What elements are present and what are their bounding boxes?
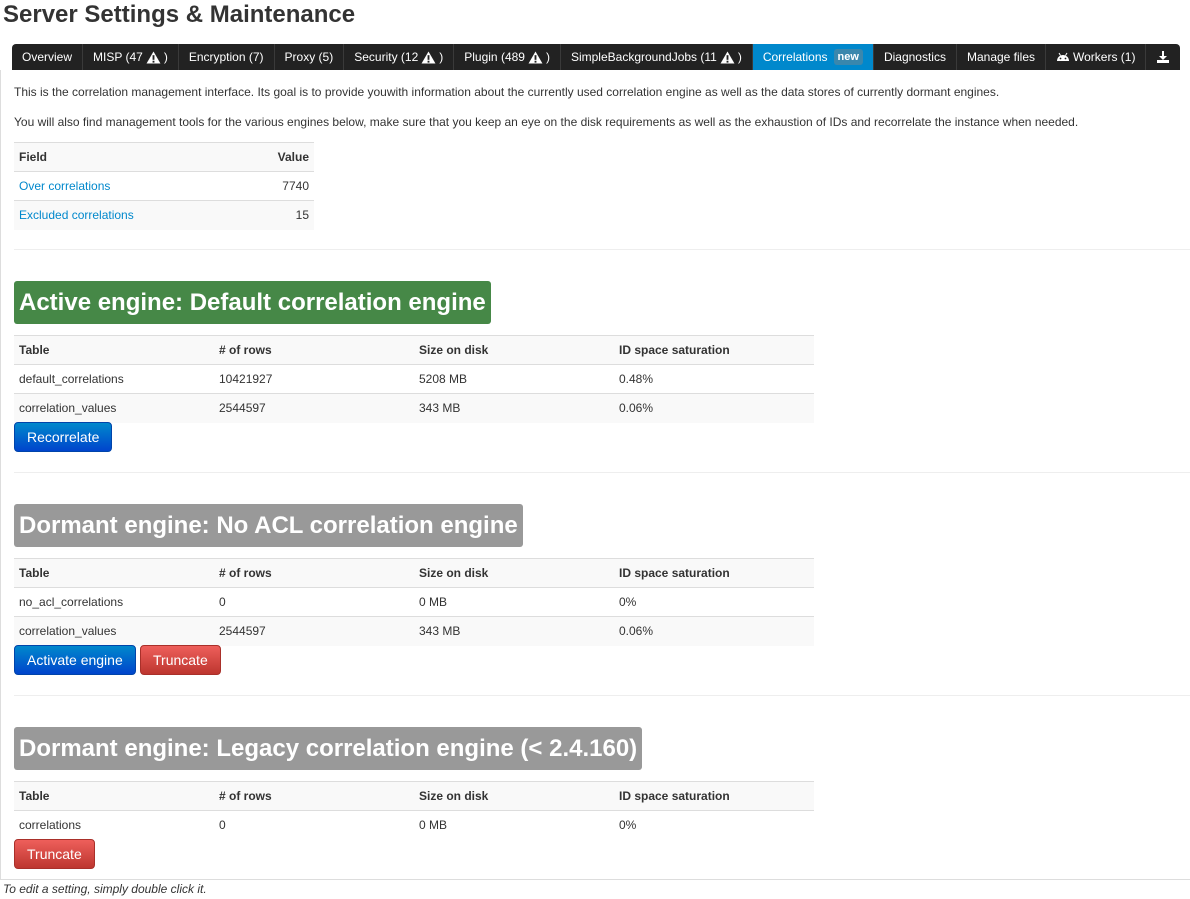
tab-workers[interactable]: Workers (1) bbox=[1046, 44, 1147, 70]
footer-note: To edit a setting, simply double click i… bbox=[3, 882, 207, 896]
active-engine-table: Table # of rows Size on disk ID space sa… bbox=[14, 335, 814, 423]
table-cell: 0 MB bbox=[414, 810, 614, 840]
download-icon bbox=[1157, 51, 1170, 63]
tab-misp[interactable]: MISP (47 ) bbox=[83, 44, 179, 70]
correlations-panel: This is the correlation management inter… bbox=[0, 70, 1190, 880]
android-icon bbox=[1057, 52, 1070, 61]
table-cell: 0% bbox=[614, 810, 814, 840]
summary-table: Field Value Over correlations 7740 Exclu… bbox=[14, 142, 314, 230]
table-row: Over correlations 7740 bbox=[14, 171, 314, 201]
divider bbox=[14, 249, 1190, 250]
column-header: Size on disk bbox=[414, 781, 614, 811]
table-cell: default_correlations bbox=[14, 364, 214, 394]
tab-encryption[interactable]: Encryption (7) bbox=[179, 44, 275, 70]
table-cell: 0.06% bbox=[614, 393, 814, 423]
new-badge: new bbox=[833, 49, 863, 65]
table-cell: 343 MB bbox=[414, 393, 614, 423]
active-engine-title: Active engine: Default correlation engin… bbox=[14, 281, 491, 324]
tab-simple-background-jobs[interactable]: SimpleBackgroundJobs (11 ) bbox=[561, 44, 753, 70]
tab-download[interactable] bbox=[1146, 44, 1180, 70]
column-header: Size on disk bbox=[414, 335, 614, 365]
column-header: Field bbox=[14, 142, 240, 172]
table-cell: 0 bbox=[214, 587, 414, 617]
excluded-correlations-link[interactable]: Excluded correlations bbox=[19, 208, 134, 222]
column-header: ID space saturation bbox=[614, 781, 814, 811]
legacy-engine-table: Table # of rows Size on disk ID space sa… bbox=[14, 781, 814, 840]
dormant-engine-title: Dormant engine: No ACL correlation engin… bbox=[14, 504, 523, 547]
table-cell: correlation_values bbox=[14, 616, 214, 646]
table-cell: 343 MB bbox=[414, 616, 614, 646]
tab-label: Correlations bbox=[762, 50, 828, 64]
column-header: Table bbox=[14, 781, 214, 811]
tab-label: Diagnostics bbox=[883, 50, 946, 64]
table-row: no_acl_correlations 0 0 MB 0% bbox=[14, 587, 814, 617]
tab-plugin[interactable]: Plugin (489 ) bbox=[454, 44, 561, 70]
intro-text: You will also find management tools for … bbox=[14, 115, 1079, 129]
activate-engine-button[interactable]: Activate engine bbox=[14, 645, 136, 675]
warning-icon bbox=[146, 50, 161, 64]
warning-icon bbox=[528, 50, 543, 64]
table-cell: 0% bbox=[614, 587, 814, 617]
table-cell: 0 MB bbox=[414, 587, 614, 617]
tab-label: Manage files bbox=[966, 50, 1036, 64]
tab-label: Security (12 bbox=[354, 50, 419, 64]
column-header: ID space saturation bbox=[614, 335, 814, 365]
table-cell: 0 bbox=[214, 810, 414, 840]
warning-icon bbox=[720, 50, 735, 64]
warning-icon bbox=[421, 50, 436, 64]
table-row: correlation_values 2544597 343 MB 0.06% bbox=[14, 616, 814, 646]
settings-tab-bar: Overview MISP (47 ) Encryption (7) Proxy… bbox=[12, 44, 1180, 70]
table-row: correlation_values 2544597 343 MB 0.06% bbox=[14, 393, 814, 423]
table-row: correlations 0 0 MB 0% bbox=[14, 810, 814, 840]
column-header: Size on disk bbox=[414, 558, 614, 588]
intro-text: This is the correlation management inter… bbox=[14, 85, 1000, 99]
divider bbox=[14, 472, 1190, 473]
tab-security[interactable]: Security (12 ) bbox=[344, 44, 455, 70]
column-header: Table bbox=[14, 558, 214, 588]
table-row: default_correlations 10421927 5208 MB 0.… bbox=[14, 364, 814, 394]
tab-label: Overview bbox=[22, 50, 73, 64]
tab-proxy[interactable]: Proxy (5) bbox=[275, 44, 345, 70]
table-cell: 0.48% bbox=[614, 364, 814, 394]
tab-label: Encryption (7) bbox=[188, 50, 264, 64]
table-cell: 5208 MB bbox=[414, 364, 614, 394]
tab-correlations[interactable]: Correlations new bbox=[752, 44, 874, 70]
table-cell: 0.06% bbox=[614, 616, 814, 646]
tab-overview[interactable]: Overview bbox=[12, 44, 84, 70]
page-title: Server Settings & Maintenance bbox=[3, 1, 356, 28]
tab-label: Plugin (489 bbox=[464, 50, 525, 64]
over-correlations-link[interactable]: Over correlations bbox=[19, 179, 110, 193]
recorrelate-button[interactable]: Recorrelate bbox=[14, 422, 113, 452]
table-cell: 2544597 bbox=[214, 616, 414, 646]
truncate-legacy-button[interactable]: Truncate bbox=[14, 839, 95, 869]
tab-manage-files[interactable]: Manage files bbox=[957, 44, 1047, 70]
dormant-engine-table: Table # of rows Size on disk ID space sa… bbox=[14, 558, 814, 646]
table-cell: 2544597 bbox=[214, 393, 414, 423]
tab-diagnostics[interactable]: Diagnostics bbox=[874, 44, 957, 70]
column-header: ID space saturation bbox=[614, 558, 814, 588]
column-header: # of rows bbox=[214, 781, 414, 811]
table-cell: 7740 bbox=[239, 171, 314, 201]
tab-label: Workers (1) bbox=[1073, 50, 1136, 64]
tab-label: Proxy (5) bbox=[284, 50, 334, 64]
tab-label: SimpleBackgroundJobs (11 bbox=[570, 50, 717, 64]
table-cell: correlation_values bbox=[14, 393, 214, 423]
column-header: # of rows bbox=[214, 335, 414, 365]
table-cell: 15 bbox=[239, 200, 314, 230]
truncate-button[interactable]: Truncate bbox=[140, 645, 221, 675]
table-row: Excluded correlations 15 bbox=[14, 200, 314, 230]
column-header: Table bbox=[14, 335, 214, 365]
column-header: # of rows bbox=[214, 558, 414, 588]
table-cell: no_acl_correlations bbox=[14, 587, 214, 617]
legacy-engine-title: Dormant engine: Legacy correlation engin… bbox=[14, 727, 643, 770]
divider bbox=[14, 695, 1190, 696]
table-cell: 10421927 bbox=[214, 364, 414, 394]
column-header: Value bbox=[239, 142, 314, 172]
table-cell: correlations bbox=[14, 810, 214, 840]
tab-label: MISP (47 bbox=[93, 50, 143, 64]
